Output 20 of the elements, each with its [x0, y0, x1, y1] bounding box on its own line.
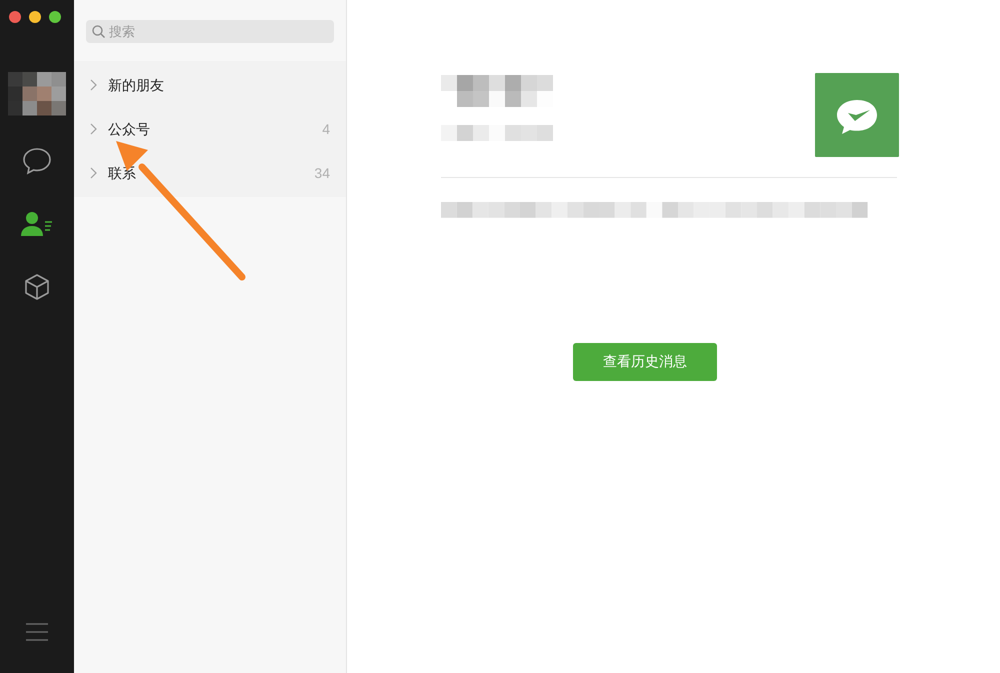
search-field[interactable]: 搜索 [86, 20, 334, 43]
group-label: 公众号 [108, 120, 150, 138]
contacts-icon[interactable] [21, 210, 53, 238]
minimize-icon[interactable] [29, 11, 41, 23]
group-label: 新的朋友 [108, 76, 164, 94]
close-icon[interactable] [9, 11, 21, 23]
search-icon [92, 25, 105, 38]
group-count: 4 [322, 120, 330, 138]
search-input[interactable]: 搜索 [109, 22, 328, 42]
cube-icon[interactable] [23, 273, 51, 301]
menu-icon[interactable] [26, 622, 48, 642]
maximize-icon[interactable] [49, 11, 61, 23]
chevron-icon [90, 167, 97, 179]
chat-icon[interactable] [22, 147, 52, 175]
contact-group-row[interactable]: 公众号 4 [74, 107, 346, 151]
logo-icon [815, 73, 899, 157]
chevron-icon [90, 123, 97, 135]
chevron-icon [90, 79, 97, 91]
contact-group-row[interactable]: 新的朋友 [74, 63, 346, 107]
group-count: 34 [314, 164, 330, 182]
